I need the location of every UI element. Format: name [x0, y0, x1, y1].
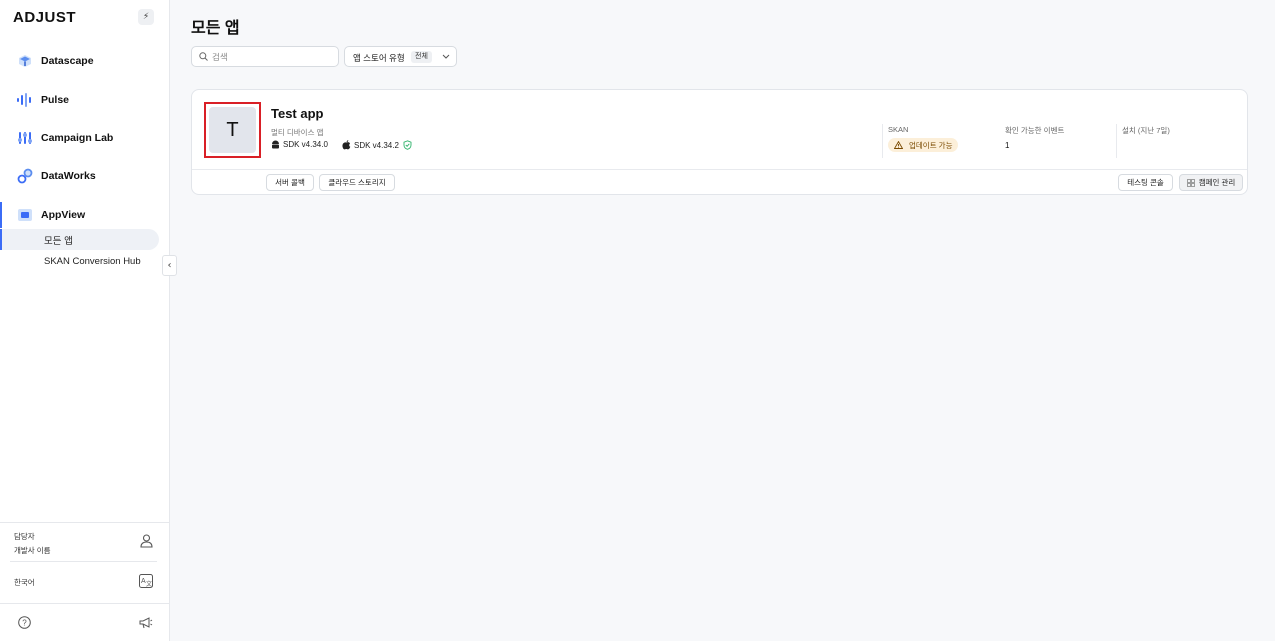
- search-icon: [199, 52, 208, 61]
- search-input[interactable]: [212, 49, 332, 64]
- events-column: 확인 가능한 이벤트 1: [1005, 125, 1064, 157]
- sidebar-item-label: Pulse: [41, 94, 70, 106]
- shield-check-icon: [403, 140, 412, 150]
- search-field[interactable]: [191, 46, 339, 67]
- app-avatar[interactable]: T: [209, 107, 256, 153]
- help-icon[interactable]: ?: [17, 615, 31, 629]
- divider: [192, 169, 1247, 170]
- sdk-android: SDK v4.34.0: [271, 140, 328, 149]
- skan-heading: SKAN: [888, 125, 909, 134]
- campaign-manage-button[interactable]: 캠페인 관리: [1179, 174, 1243, 191]
- app-card[interactable]: T Test app 멀티 디바이스 앱 SDK v4.34.0 SDK v4.…: [191, 89, 1248, 195]
- sdk-android-version: SDK v4.34.0: [283, 140, 328, 149]
- sidebar-item-campaign-lab[interactable]: Campaign Lab: [0, 125, 170, 151]
- skan-column: SKAN 업데이트 가능: [888, 125, 959, 157]
- grid-icon: [1186, 178, 1195, 187]
- divider: [1116, 124, 1117, 158]
- divider: [10, 561, 157, 562]
- user-icon[interactable]: [139, 534, 153, 548]
- events-heading: 확인 가능한 이벤트: [1005, 126, 1065, 135]
- campaign-manage-label: 캠페인 관리: [1198, 178, 1236, 187]
- events-value: 1: [1005, 141, 1010, 150]
- sdk-ios: SDK v4.34.2: [342, 140, 415, 150]
- svg-text:?: ?: [22, 618, 27, 627]
- chevron-down-icon: [442, 54, 450, 59]
- sidebar-item-pulse[interactable]: Pulse: [0, 87, 170, 113]
- role-label: 담당자: [14, 532, 35, 541]
- bolt-icon[interactable]: ⚡: [138, 9, 154, 25]
- language-label: 한국어: [14, 578, 35, 587]
- collapse-sidebar-button[interactable]: ‹: [162, 255, 177, 276]
- skan-update-badge[interactable]: 업데이트 가능: [888, 138, 959, 152]
- app-type: 멀티 디바이스 앱: [271, 128, 324, 137]
- divider: [882, 124, 883, 158]
- installs-column: 설치 (지난 7일): [1122, 125, 1170, 157]
- translate-icon[interactable]: A文: [139, 574, 153, 588]
- sidebar-subitem-skan-hub[interactable]: SKAN Conversion Hub: [0, 251, 159, 272]
- cloud-storage-button[interactable]: 클라우드 스토리지: [319, 174, 395, 191]
- divider: [0, 603, 170, 604]
- app-name[interactable]: Test app: [271, 106, 324, 121]
- megaphone-icon[interactable]: [139, 615, 153, 629]
- sidebar-item-label: Campaign Lab: [41, 132, 114, 144]
- dataworks-icon: [16, 167, 34, 185]
- datascape-icon: [16, 52, 34, 70]
- filter-label: 앱 스토어 유형: [353, 53, 405, 63]
- testing-console-button[interactable]: 테스팅 콘솔: [1118, 174, 1173, 191]
- sidebar-item-label: DataWorks: [41, 170, 96, 182]
- pulse-icon: [16, 91, 34, 109]
- sidebar-subitem-all-apps[interactable]: 모든 앱: [0, 229, 159, 250]
- sidebar-item-datascape[interactable]: Datascape: [0, 48, 170, 74]
- apple-icon: [342, 140, 351, 150]
- badge-label: 업데이트 가능: [909, 140, 953, 150]
- adjust-logo[interactable]: ADJUST: [13, 9, 76, 26]
- developer-name: 개발사 이름: [14, 546, 51, 555]
- sidebar-subitem-label: 모든 앱: [44, 235, 73, 247]
- sidebar-item-label: AppView: [41, 209, 86, 221]
- sidebar-item-appview[interactable]: AppView: [0, 202, 170, 228]
- campaign-lab-icon: [16, 129, 34, 147]
- svg-text:文: 文: [146, 580, 152, 588]
- sidebar: ADJUST ⚡ Datascape Pulse Campaign Lab Da…: [0, 0, 170, 641]
- android-icon: [272, 140, 279, 149]
- warning-icon: [894, 141, 903, 149]
- appview-icon: [16, 206, 34, 224]
- app-store-type-filter[interactable]: 앱 스토어 유형 전체: [344, 46, 457, 67]
- filter-value-chip: 전체: [411, 51, 432, 63]
- app-avatar-highlight: T: [204, 102, 261, 158]
- installs-heading: 설치 (지난 7일): [1122, 126, 1170, 135]
- sidebar-item-label: Datascape: [41, 55, 94, 67]
- server-callback-button[interactable]: 서버 콜백: [266, 174, 314, 191]
- divider: [0, 522, 170, 523]
- page-title: 모든 앱: [191, 20, 240, 37]
- sdk-ios-version: SDK v4.34.2: [354, 140, 399, 150]
- sidebar-subitem-label: SKAN Conversion Hub: [44, 256, 141, 267]
- sidebar-item-dataworks[interactable]: DataWorks: [0, 163, 170, 189]
